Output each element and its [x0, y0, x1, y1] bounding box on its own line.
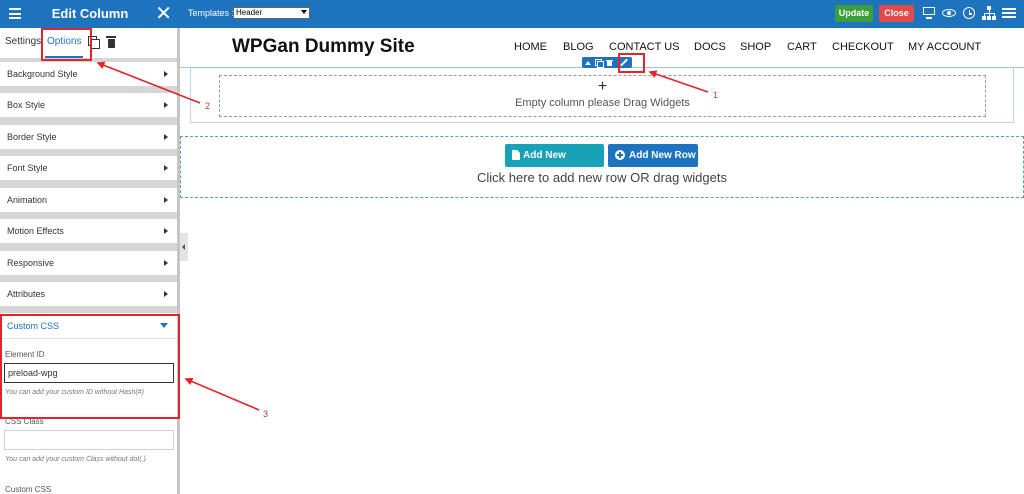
- chevron-right-icon: [164, 165, 168, 171]
- option-label: Motion Effects: [7, 226, 64, 236]
- plus-circle-icon: [615, 150, 625, 160]
- add-new-row-label: Add New Row: [629, 150, 696, 161]
- plus-icon[interactable]: +: [220, 78, 985, 96]
- dropdown-arrow-icon: [301, 10, 307, 14]
- nav-home[interactable]: HOME: [514, 41, 547, 53]
- history-icon[interactable]: [962, 6, 976, 20]
- builder-topbar: Templates : Header Update Close: [180, 0, 1024, 28]
- annotation-number-3: 3: [263, 409, 269, 419]
- chevron-right-icon: [164, 197, 168, 203]
- option-label: Animation: [7, 195, 48, 205]
- option-label: Responsive: [7, 258, 55, 268]
- option-label: Background Style: [7, 69, 78, 79]
- chevron-right-icon: [164, 134, 168, 140]
- option-background-style[interactable]: Background Style: [0, 62, 180, 86]
- option-label: Attributes: [7, 289, 46, 299]
- css-class-help: You can add your custom Class without do…: [5, 456, 146, 463]
- highlight-element-id: [0, 314, 180, 419]
- nav-contact-us[interactable]: CONTACT US: [609, 41, 680, 53]
- option-font-style[interactable]: Font Style: [0, 156, 180, 180]
- highlight-options-tab: [41, 28, 92, 61]
- update-button[interactable]: Update: [835, 5, 873, 22]
- empty-column-message: Empty column please Drag Widgets: [515, 97, 690, 109]
- option-responsive[interactable]: Responsive: [0, 251, 180, 275]
- css-class-input[interactable]: [4, 430, 174, 450]
- sitemap-icon[interactable]: [982, 6, 996, 20]
- annotation-number-2: 2: [205, 101, 211, 111]
- chevron-right-icon: [164, 260, 168, 266]
- option-label: Font Style: [7, 163, 48, 173]
- edit-column-sidebar: Edit Column ✕ Settings Options Backgroun…: [0, 0, 180, 494]
- add-new-row-button[interactable]: Add New Row: [608, 144, 698, 167]
- sidebar-header: Edit Column ✕: [0, 0, 180, 28]
- preview-eye-icon[interactable]: [942, 6, 956, 20]
- trash-icon[interactable]: [106, 35, 116, 49]
- nav-cart[interactable]: CART: [787, 41, 817, 53]
- nav-my-account[interactable]: MY ACCOUNT: [908, 41, 981, 53]
- option-box-style[interactable]: Box Style: [0, 93, 180, 117]
- chevron-right-icon: [164, 228, 168, 234]
- sidebar-scrollbar[interactable]: [177, 28, 180, 494]
- chevron-right-icon: [164, 291, 168, 297]
- templates-label: Templates :: [188, 8, 235, 18]
- move-up-icon[interactable]: [584, 59, 591, 66]
- option-label: Border Style: [7, 132, 57, 142]
- site-title: WPGan Dummy Site: [232, 36, 415, 57]
- sidebar-title: Edit Column: [51, 6, 129, 21]
- add-row-hint: Click here to add new row OR drag widget…: [476, 170, 727, 185]
- nav-blog[interactable]: BLOG: [563, 41, 594, 53]
- chevron-right-icon: [164, 71, 168, 77]
- chevron-right-icon: [164, 102, 168, 108]
- menu-icon[interactable]: [1002, 6, 1016, 20]
- template-selected-value: Header: [236, 8, 263, 17]
- delete-column-icon[interactable]: [606, 59, 613, 66]
- desktop-preview-icon[interactable]: [922, 6, 936, 20]
- builder-app: Edit Column ✕ Settings Options Backgroun…: [0, 0, 1024, 494]
- tab-settings[interactable]: Settings: [5, 28, 41, 56]
- option-attributes[interactable]: Attributes: [0, 282, 180, 306]
- annotation-number-1: 1: [713, 90, 719, 100]
- chevron-left-icon: [182, 244, 185, 250]
- document-icon: [512, 150, 520, 160]
- add-new-section-button[interactable]: Add New Section: [505, 144, 604, 184]
- close-icon[interactable]: ✕: [155, 2, 172, 26]
- option-border-style[interactable]: Border Style: [0, 125, 180, 149]
- option-label: Box Style: [7, 100, 46, 110]
- duplicate-column-icon[interactable]: [595, 59, 604, 68]
- annotation-arrow-3: [184, 377, 260, 411]
- template-select[interactable]: Header: [233, 7, 310, 19]
- custom-css-field-label: Custom CSS: [5, 485, 52, 494]
- nav-shop[interactable]: SHOP: [740, 41, 771, 53]
- nav-docs[interactable]: DOCS: [694, 41, 726, 53]
- sidebar-collapse-toggle[interactable]: [180, 233, 188, 261]
- option-motion-effects[interactable]: Motion Effects: [0, 219, 180, 243]
- nav-checkout[interactable]: CHECKOUT: [832, 41, 894, 53]
- highlight-edit-icon: [618, 53, 645, 73]
- option-animation[interactable]: Animation: [0, 188, 180, 212]
- close-button[interactable]: Close: [879, 5, 914, 22]
- empty-column-dropzone[interactable]: + Empty column please Drag Widgets: [219, 75, 986, 117]
